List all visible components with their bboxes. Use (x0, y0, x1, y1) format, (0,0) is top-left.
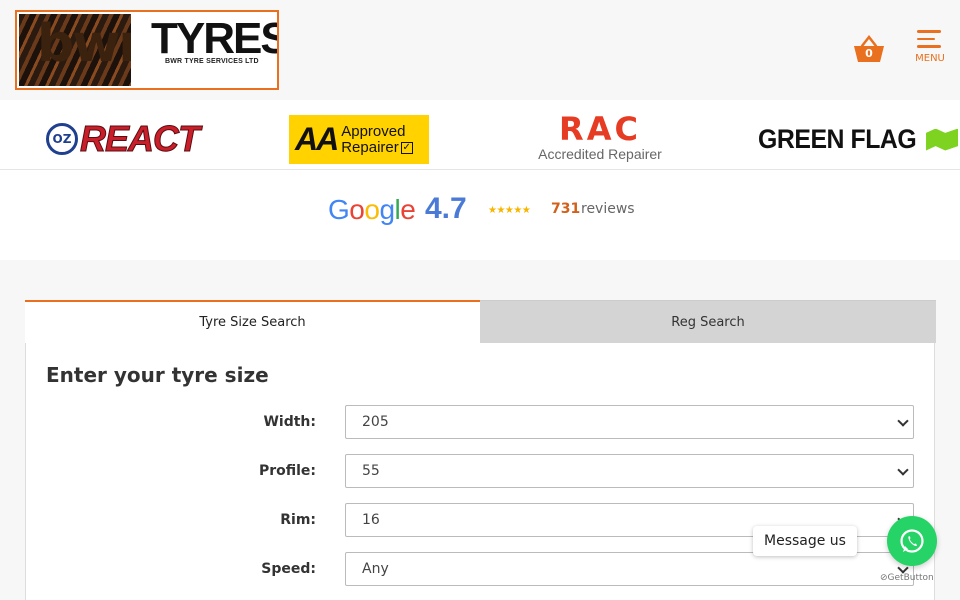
chevron-down-icon (897, 464, 909, 476)
site-logo[interactable]: bwr TYRES BWR TYRE SERVICES LTD (15, 10, 279, 90)
reviews-label: reviews (581, 201, 635, 217)
site-header: bwr TYRES BWR TYRE SERVICES LTD 0 MENU (0, 0, 960, 100)
width-label: Width: (263, 414, 316, 430)
logo-subtitle: BWR TYRE SERVICES LTD (165, 58, 259, 65)
rating-score: 4.7 (425, 192, 467, 225)
whatsapp-button[interactable] (887, 516, 937, 566)
basket-button[interactable]: 0 (852, 34, 886, 64)
tab-reg-search[interactable]: Reg Search (480, 300, 936, 343)
speed-select[interactable]: Any (345, 552, 914, 586)
whatsapp-icon (900, 529, 924, 553)
google-rating[interactable]: Google 4.7 ★★★★★ 731 reviews (0, 170, 960, 260)
profile-label: Profile: (258, 463, 316, 479)
react-badge-icon: OZ (46, 123, 78, 155)
form-title: Enter your tyre size (46, 363, 269, 387)
getbutton-credit[interactable]: ⊘GetButton (880, 573, 934, 583)
rim-label: Rim: (280, 512, 316, 528)
profile-select[interactable]: 55 (345, 454, 914, 488)
tab-tyre-size-search[interactable]: Tyre Size Search (25, 300, 480, 343)
chevron-down-icon (897, 415, 909, 427)
hamburger-icon (917, 30, 943, 48)
menu-button[interactable]: MENU (910, 30, 950, 74)
width-row: Width: 205 (26, 405, 934, 439)
message-us-bubble[interactable]: Message us (753, 526, 857, 556)
green-flag-logo: GREEN FLAG (758, 124, 959, 155)
speed-row: Speed: Any (26, 552, 934, 586)
aa-approved-logo: AA Approved Repairer ✓ (289, 115, 429, 164)
speed-label: Speed: (261, 561, 316, 577)
basket-count: 0 (865, 47, 873, 60)
check-icon: ✓ (400, 141, 413, 154)
logo-name: TYRES (151, 14, 279, 63)
logo-wordmark: bwr (37, 14, 144, 74)
partner-logos: OZ REACT AA Approved Repairer ✓ RAC Accre… (0, 100, 960, 170)
google-logo: Google (328, 194, 416, 225)
menu-label: MENU (915, 52, 945, 64)
profile-row: Profile: 55 (26, 454, 934, 488)
flag-icon (926, 128, 959, 151)
width-select[interactable]: 205 (345, 405, 914, 439)
rac-logo: RAC Accredited Repairer (538, 110, 662, 162)
review-count: 731 (551, 201, 581, 217)
react-logo: OZ REACT (46, 118, 201, 160)
star-rating-icon: ★★★★★ (488, 205, 531, 216)
